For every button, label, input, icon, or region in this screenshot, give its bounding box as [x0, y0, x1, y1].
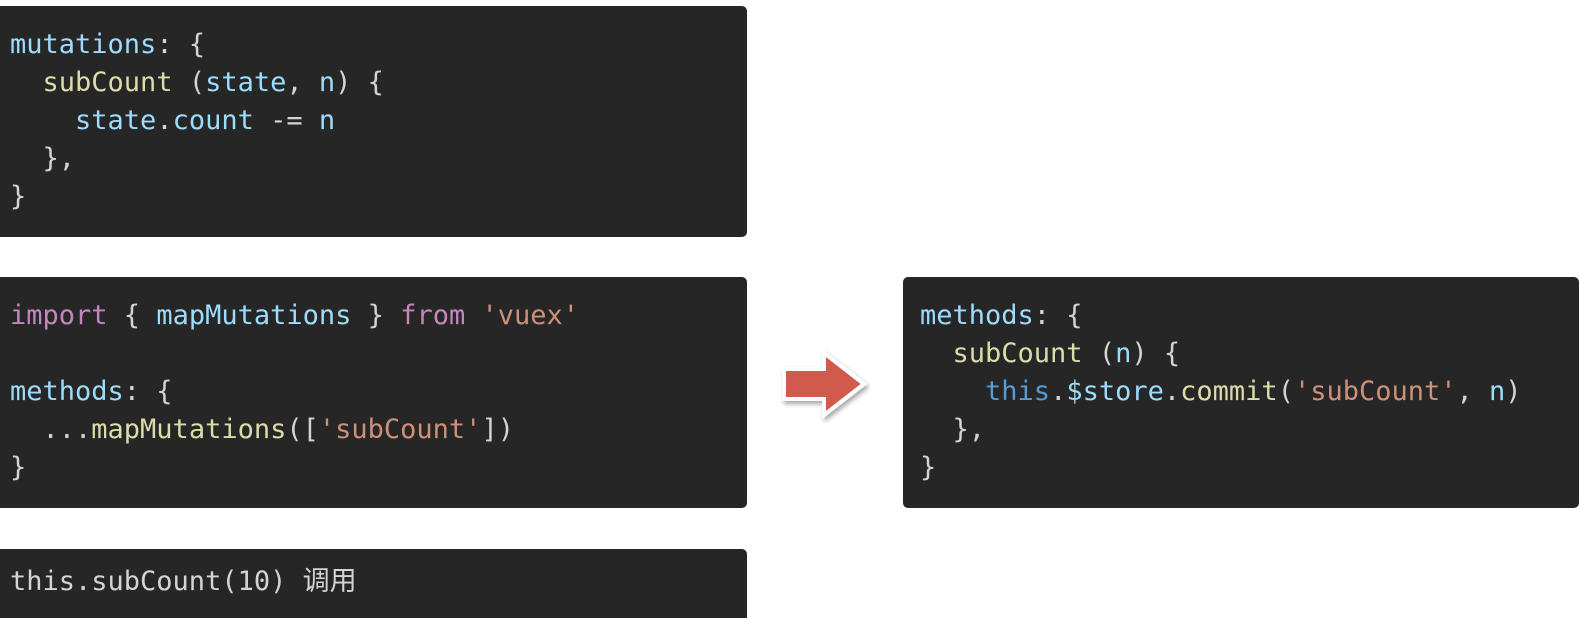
code-token: ) {: [335, 67, 384, 98]
code-token: ,: [286, 67, 319, 98]
code-token: mapMutations: [156, 300, 352, 331]
code-line: }: [10, 178, 737, 216]
code-token: state: [205, 67, 287, 98]
code-line: },: [920, 411, 1569, 449]
code-token: (: [172, 67, 206, 98]
code-token: 'subCount': [1293, 376, 1457, 407]
code-line: import { mapMutations } from 'vuex': [10, 297, 737, 335]
code-token: }: [10, 181, 27, 212]
code-token: n: [318, 105, 336, 136]
code-token: },: [10, 143, 76, 174]
code-token: .: [1163, 376, 1181, 407]
code-token: ): [1505, 376, 1522, 407]
code-token: 'subCount': [318, 414, 482, 445]
code-token: mutations: [10, 29, 157, 60]
code-line: mutations: {: [10, 26, 737, 64]
code-token: subCount: [42, 67, 173, 98]
code-token: ,: [1456, 376, 1490, 407]
code-block-mutations: mutations: { subCount (state, n) { state…: [0, 6, 747, 237]
code-token: ) {: [1131, 338, 1181, 369]
code-token: -=: [253, 105, 319, 136]
code-line: ...mapMutations(['subCount']): [10, 411, 737, 449]
code-token: n: [1115, 338, 1132, 369]
code-token: (: [1082, 338, 1116, 369]
code-block-call: this.subCount(10) 调用: [0, 549, 747, 618]
code-token: methods: [10, 376, 124, 407]
code-token: 'vuex': [481, 300, 580, 331]
code-line: }: [920, 449, 1569, 487]
code-token: n: [1489, 376, 1506, 407]
code-token: methods: [920, 300, 1034, 331]
code-token: }: [351, 300, 401, 331]
code-token: ([: [286, 414, 319, 445]
code-block-map-mutations: import { mapMutations } from 'vuex' metho…: [0, 277, 747, 508]
code-line: this.subCount(10) 调用: [10, 563, 737, 601]
code-token: : {: [123, 376, 173, 407]
code-line: methods: {: [10, 373, 737, 411]
code-token: .: [156, 105, 173, 136]
code-line: this.$store.commit('subCount', n): [920, 373, 1569, 411]
code-line: subCount (state, n) {: [10, 64, 737, 102]
code-token: (: [1277, 376, 1294, 407]
code-token: this.subCount(10) 调用: [10, 566, 357, 597]
code-token: state: [75, 105, 157, 136]
code-token: : {: [156, 29, 206, 60]
code-token: count: [172, 105, 254, 136]
code-line: methods: {: [920, 297, 1569, 335]
code-line: state.count -= n: [10, 102, 737, 140]
code-line: },: [10, 140, 737, 178]
code-token: n: [318, 67, 336, 98]
code-block-methods: methods: { subCount (n) { this.$store.co…: [903, 277, 1579, 508]
code-token: : {: [1033, 300, 1083, 331]
code-token: $store: [1066, 376, 1164, 407]
code-line: }: [10, 449, 737, 487]
code-token: .: [1050, 376, 1067, 407]
code-token: subCount: [952, 338, 1083, 369]
code-token: commit: [1180, 376, 1278, 407]
code-line: subCount (n) {: [920, 335, 1569, 373]
code-token: }: [920, 452, 937, 483]
code-token: import: [10, 300, 108, 331]
code-token: ]): [481, 414, 514, 445]
code-token: mapMutations: [91, 414, 287, 445]
code-token: },: [920, 414, 986, 445]
code-token: from: [400, 300, 466, 331]
code-token: this: [985, 376, 1051, 407]
code-token: ...: [10, 414, 92, 445]
code-token: }: [10, 452, 27, 483]
code-token: {: [107, 300, 157, 331]
right-arrow-icon: [782, 348, 868, 420]
